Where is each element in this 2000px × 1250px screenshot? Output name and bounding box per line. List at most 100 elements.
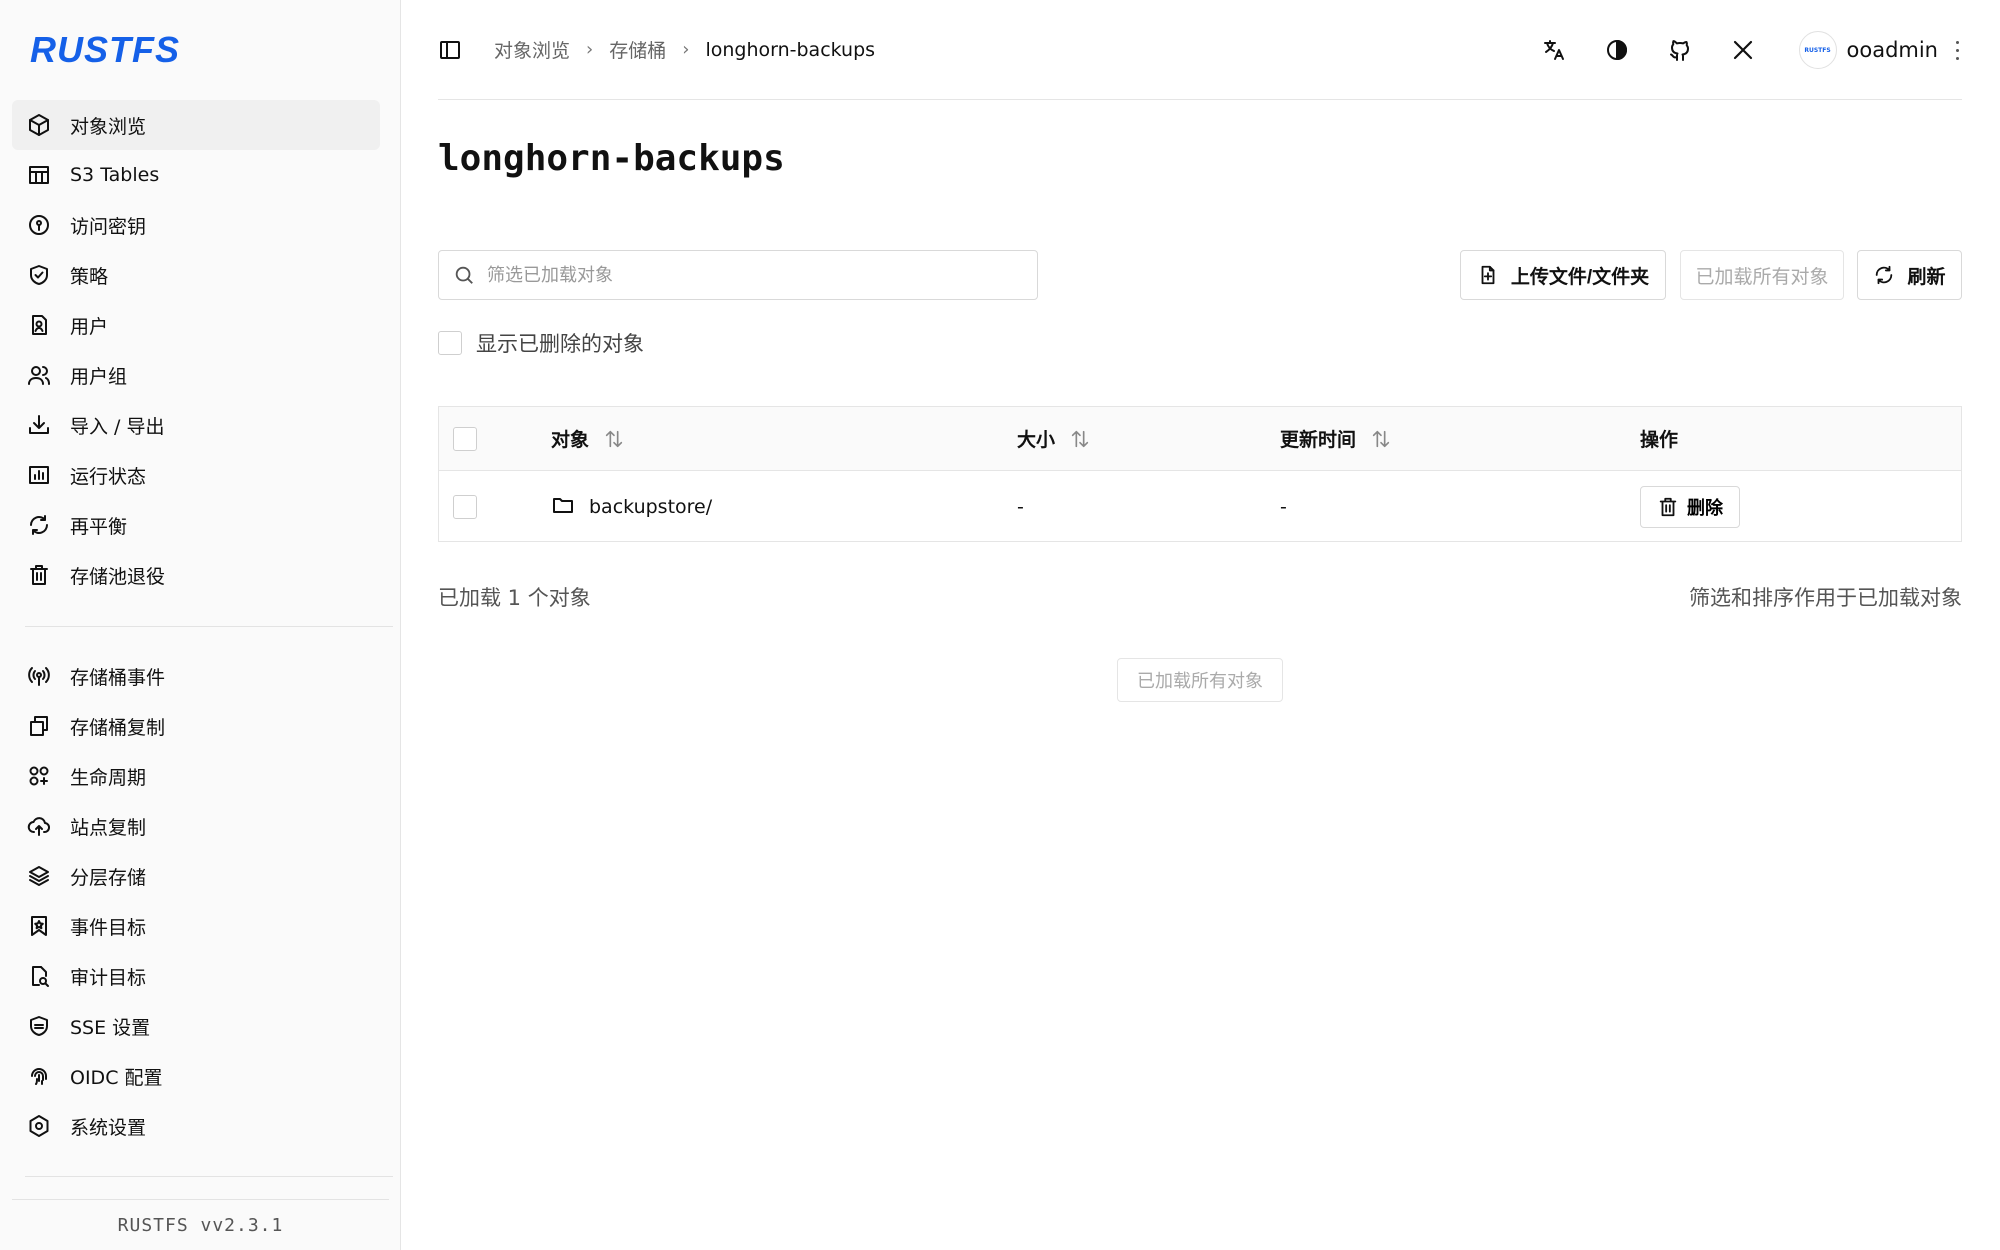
show-deleted-toggle[interactable]: 显示已删除的对象 [438, 328, 644, 358]
lifecycle-icon [26, 763, 52, 789]
object-actions-cell: 删除 [1640, 472, 1740, 542]
page-title: longhorn-backups [438, 138, 785, 179]
sidebar-divider [25, 626, 393, 627]
sidebar-item-oidc-config[interactable]: OIDC 配置 [12, 1051, 380, 1101]
sidebar-item-label: 审计目标 [70, 966, 147, 989]
sidebar-item-sse-settings[interactable]: SSE 设置 [12, 1001, 380, 1051]
sidebar-item-site-replication[interactable]: 站点复制 [12, 801, 380, 851]
sort-icon[interactable] [1370, 428, 1392, 450]
sidebar: RUSTFS 对象浏览 S3 Tables 访问密钥 策略 用户 用户组 导入 … [0, 0, 401, 1250]
sidebar-item-user-groups[interactable]: 用户组 [12, 350, 380, 400]
theme-toggle-icon[interactable] [1597, 30, 1637, 70]
sidebar-item-label: 对象浏览 [70, 115, 147, 138]
x-twitter-icon[interactable] [1723, 30, 1763, 70]
sidebar-item-bucket-replication[interactable]: 存储桶复制 [12, 701, 380, 751]
sidebar-item-audit-targets[interactable]: 审计目标 [12, 951, 380, 1001]
more-vertical-icon[interactable] [1952, 38, 1962, 62]
sidebar-item-rebalance[interactable]: 再平衡 [12, 500, 380, 550]
sidebar-item-label: 策略 [70, 265, 109, 288]
chevron-right-icon: › [586, 39, 594, 60]
avatar: RUSTFS [1798, 31, 1837, 69]
header-actions: RUSTFS ooadmin [1511, 30, 1963, 70]
refresh-button[interactable]: 刷新 [1857, 250, 1962, 300]
table-row[interactable]: backupstore/ - - 删除 [439, 472, 1961, 542]
delete-button[interactable]: 删除 [1640, 486, 1740, 528]
sidebar-item-users[interactable]: 用户 [12, 300, 380, 350]
sidebar-item-pool-decommission[interactable]: 存储池退役 [12, 550, 380, 600]
loaded-count: 已加载 1 个对象 [438, 586, 591, 610]
download-icon [26, 412, 52, 438]
translate-icon[interactable] [1534, 30, 1574, 70]
sort-icon[interactable] [603, 428, 625, 450]
logo-text: RUSTFS [30, 29, 180, 70]
github-icon[interactable] [1660, 30, 1700, 70]
cloud-upload-icon [26, 813, 52, 839]
box-icon [26, 112, 52, 138]
filter-note: 筛选和排序作用于已加载对象 [1689, 586, 1962, 610]
file-search-icon [26, 963, 52, 989]
row-select-cell [453, 472, 477, 542]
sidebar-item-label: 再平衡 [70, 515, 128, 538]
sidebar-divider [25, 1176, 393, 1177]
breadcrumb-buckets[interactable]: 存储桶 [609, 36, 666, 63]
row-checkbox[interactable] [453, 495, 477, 519]
breadcrumb: 对象浏览 › 存储桶 › longhorn-backups [494, 36, 875, 63]
all-loaded-indicator[interactable]: 已加载所有对象 [1117, 658, 1283, 702]
sidebar-item-label: 用户组 [70, 365, 128, 388]
sidebar-item-bucket-events[interactable]: 存储桶事件 [12, 651, 380, 701]
copy-icon [26, 713, 52, 739]
sidebar-item-s3-tables[interactable]: S3 Tables [12, 150, 380, 200]
broadcast-icon [26, 663, 52, 689]
sidebar-item-label: 生命周期 [70, 766, 147, 789]
sidebar-item-label: 存储桶复制 [70, 716, 166, 739]
sidebar-item-object-browser[interactable]: 对象浏览 [12, 100, 380, 150]
settings-hex-icon [26, 1113, 52, 1139]
bar-chart-icon [26, 462, 52, 488]
version-label: RUSTFS vv2.3.1 [117, 1214, 284, 1236]
layers-icon [26, 863, 52, 889]
sidebar-toggle-icon[interactable] [438, 38, 464, 64]
sidebar-item-event-targets[interactable]: 事件目标 [12, 901, 380, 951]
refresh-button-label: 刷新 [1907, 266, 1946, 288]
sidebar-item-label: 站点复制 [70, 816, 147, 839]
logo[interactable]: RUSTFS [30, 29, 180, 70]
object-updated: - [1280, 496, 1287, 518]
upload-button-label: 上传文件/文件夹 [1510, 266, 1650, 288]
search-input[interactable] [487, 264, 1027, 286]
delete-button-label: 删除 [1687, 498, 1723, 518]
search-icon [455, 266, 473, 284]
sidebar-item-access-keys[interactable]: 访问密钥 [12, 200, 380, 250]
sort-icon[interactable] [1069, 428, 1091, 450]
sidebar-item-label: 用户 [70, 315, 109, 338]
sidebar-item-label: 系统设置 [70, 1116, 147, 1139]
trash-icon [1659, 497, 1677, 517]
breadcrumb-object-browser[interactable]: 对象浏览 [494, 36, 570, 63]
refresh-icon [1876, 265, 1893, 285]
column-updated[interactable]: 更新时间 [1280, 407, 1392, 470]
sidebar-item-tiering[interactable]: 分层存储 [12, 851, 380, 901]
upload-button[interactable]: 上传文件/文件夹 [1460, 250, 1666, 300]
lock-shield-icon [26, 1013, 52, 1039]
user-menu[interactable]: RUSTFS ooadmin [1798, 31, 1963, 69]
sidebar-item-import-export[interactable]: 导入 / 导出 [12, 400, 380, 450]
user-badge-icon [26, 312, 52, 338]
bookmark-star-icon [26, 913, 52, 939]
sidebar-item-label: OIDC 配置 [70, 1066, 163, 1089]
column-object[interactable]: 对象 [551, 407, 625, 470]
object-name-cell[interactable]: backupstore/ [551, 472, 712, 542]
select-all-checkbox[interactable] [453, 426, 477, 451]
sidebar-item-lifecycle[interactable]: 生命周期 [12, 751, 380, 801]
column-size[interactable]: 大小 [1017, 407, 1091, 470]
sidebar-item-policies[interactable]: 策略 [12, 250, 380, 300]
object-updated-cell: - [1280, 472, 1287, 542]
sidebar-item-system-settings[interactable]: 系统设置 [12, 1101, 380, 1151]
sidebar-nav-secondary: 存储桶事件 存储桶复制 生命周期 站点复制 分层存储 事件目标 审计目标 SSE… [12, 651, 380, 1151]
breadcrumb-current: longhorn-backups [705, 38, 876, 61]
show-deleted-checkbox[interactable] [438, 331, 462, 355]
object-name[interactable]: backupstore/ [589, 496, 712, 518]
all-loaded-button[interactable]: 已加载所有对象 [1680, 250, 1844, 300]
sidebar-item-status[interactable]: 运行状态 [12, 450, 380, 500]
shield-check-icon [26, 262, 52, 288]
search-box[interactable] [438, 250, 1038, 300]
column-actions: 操作 [1640, 407, 1678, 470]
